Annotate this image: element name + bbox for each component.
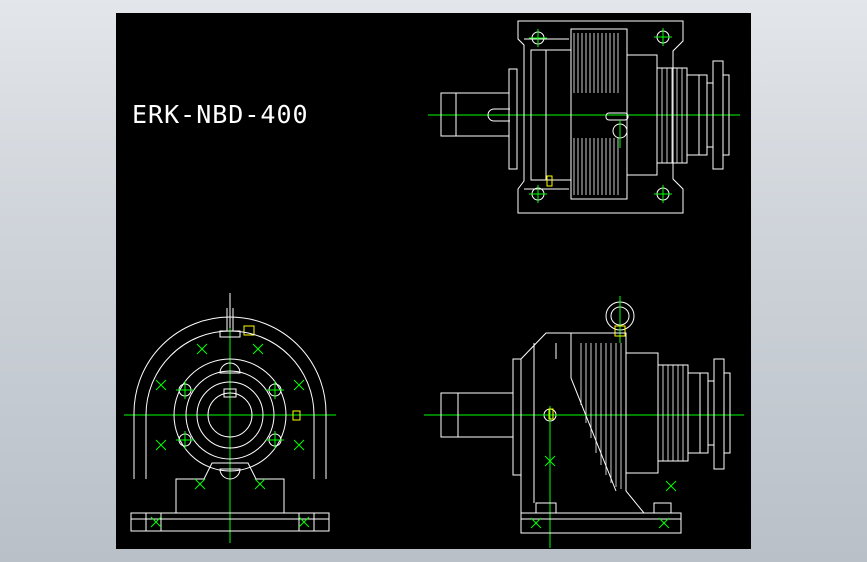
side-view [424,296,744,548]
top-view [428,20,740,214]
end-view [124,293,336,543]
cad-viewport[interactable]: ERK-NBD-400 [116,13,751,549]
cad-drawing [124,20,744,548]
